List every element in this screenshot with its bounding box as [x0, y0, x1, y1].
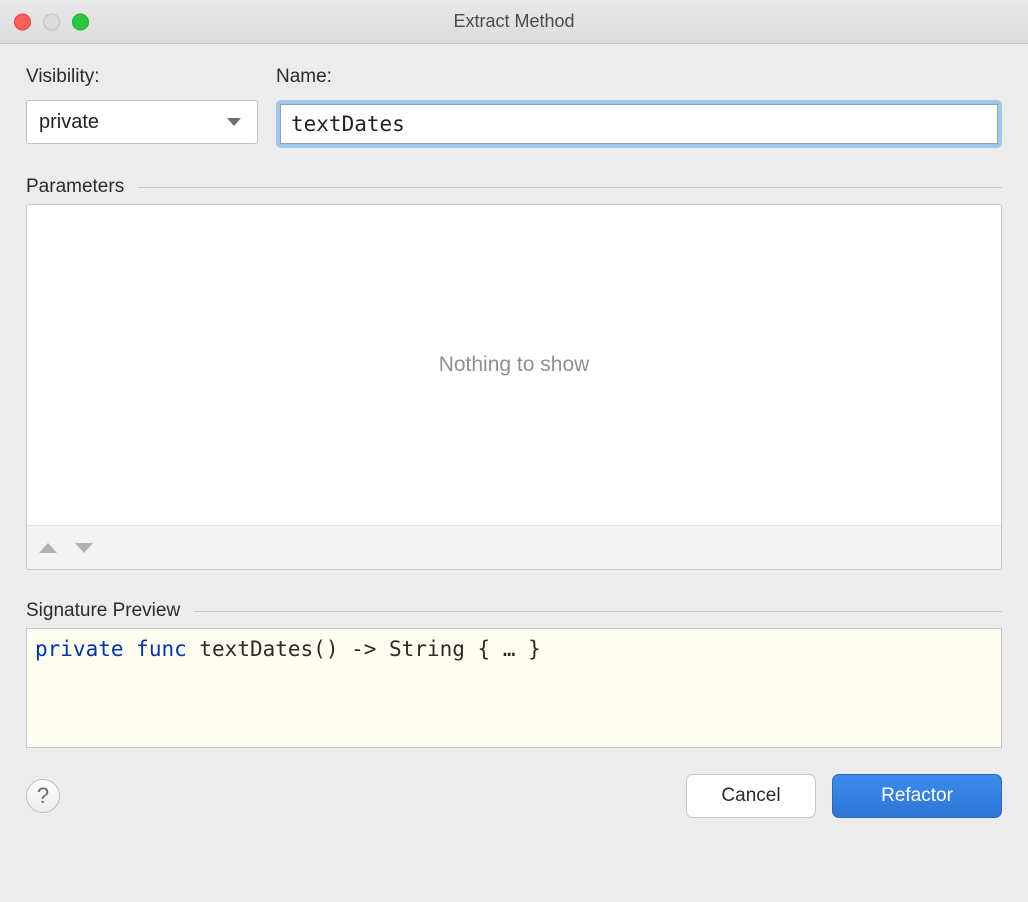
signature-header: Signature Preview — [26, 600, 1002, 622]
parameters-header: Parameters — [26, 176, 1002, 198]
traffic-lights — [14, 13, 89, 30]
parameters-title: Parameters — [26, 176, 124, 198]
name-input-focus-ring — [276, 100, 1002, 148]
minimize-window-button — [43, 13, 60, 30]
refactor-button[interactable]: Refactor — [832, 774, 1002, 818]
section-rule — [138, 187, 1002, 188]
name-field-group: Name: — [276, 66, 1002, 148]
parameters-box: Nothing to show — [26, 204, 1002, 570]
parameters-empty-area: Nothing to show — [27, 205, 1001, 525]
signature-preview-box: private func textDates() -> String { … } — [26, 628, 1002, 748]
visibility-select-value: private — [39, 111, 227, 134]
arrow-up-icon — [39, 543, 57, 553]
top-row: Visibility: private Name: — [26, 66, 1002, 148]
section-rule — [194, 611, 1002, 612]
zoom-window-button[interactable] — [72, 13, 89, 30]
titlebar: Extract Method — [0, 0, 1028, 44]
window-title: Extract Method — [453, 11, 574, 32]
signature-rest: textDates() -> String { … } — [187, 637, 541, 661]
signature-section: Signature Preview private func textDates… — [26, 600, 1002, 748]
close-window-button[interactable] — [14, 13, 31, 30]
move-down-button[interactable] — [75, 543, 93, 553]
parameters-empty-text: Nothing to show — [439, 353, 590, 377]
signature-title: Signature Preview — [26, 600, 180, 622]
keyword-private: private — [35, 637, 124, 661]
move-up-button[interactable] — [39, 543, 57, 553]
dialog-content: Visibility: private Name: Parameters Not… — [0, 44, 1028, 838]
keyword-func: func — [136, 637, 187, 661]
arrow-down-icon — [75, 543, 93, 553]
name-label: Name: — [276, 66, 1002, 88]
chevron-down-icon — [227, 118, 241, 126]
visibility-label: Visibility: — [26, 66, 258, 88]
help-button[interactable]: ? — [26, 779, 60, 813]
name-input[interactable] — [280, 104, 998, 144]
visibility-field-group: Visibility: private — [26, 66, 258, 148]
parameters-toolbar — [27, 525, 1001, 569]
cancel-button[interactable]: Cancel — [686, 774, 816, 818]
question-icon: ? — [37, 783, 49, 809]
dialog-footer: ? Cancel Refactor — [26, 774, 1002, 818]
visibility-select[interactable]: private — [26, 100, 258, 144]
